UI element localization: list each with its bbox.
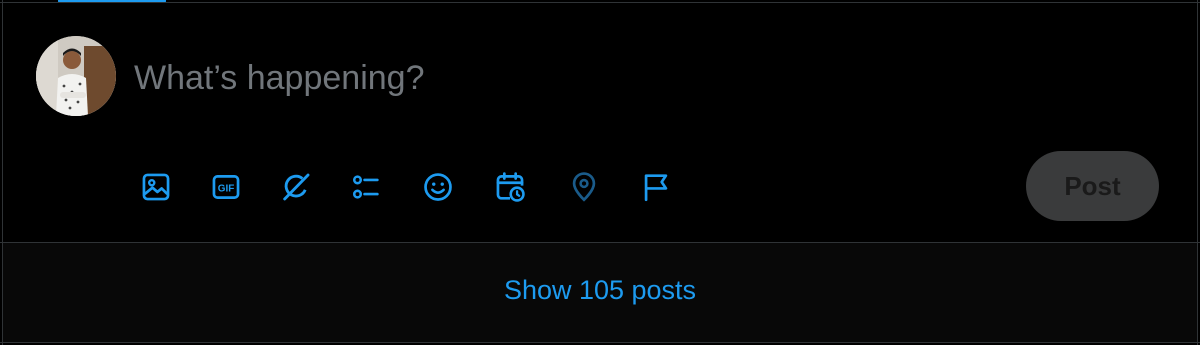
poll-icon — [352, 175, 379, 199]
svg-text:GIF: GIF — [218, 183, 235, 194]
show-new-posts-button[interactable]: Show 105 posts — [3, 243, 1197, 342]
show-posts-label: Show 105 posts — [503, 275, 697, 305]
poll-button[interactable] — [346, 167, 386, 207]
avatar[interactable] — [36, 36, 116, 116]
post-button[interactable]: Post — [1026, 151, 1159, 221]
media-icon — [142, 173, 170, 201]
schedule-button[interactable] — [490, 167, 530, 207]
gif-icon: GIF — [212, 175, 240, 199]
location-button[interactable] — [564, 167, 604, 207]
media-button[interactable] — [136, 167, 176, 207]
location-icon — [572, 172, 596, 202]
avatar-image — [36, 36, 116, 116]
home-timeline-panel: GIF — [0, 0, 1200, 345]
right-divider — [1197, 0, 1198, 345]
emoji-button[interactable] — [418, 167, 458, 207]
emoji-icon — [424, 173, 452, 201]
flag-button[interactable] — [636, 167, 676, 207]
flag-icon — [644, 174, 668, 202]
compose-input[interactable] — [134, 53, 1034, 103]
gif-button[interactable]: GIF — [206, 167, 246, 207]
bottom-divider — [0, 342, 1200, 343]
grok-icon — [283, 173, 310, 201]
schedule-icon — [496, 172, 525, 202]
post-composer: GIF — [3, 3, 1197, 242]
grok-button[interactable] — [276, 167, 316, 207]
